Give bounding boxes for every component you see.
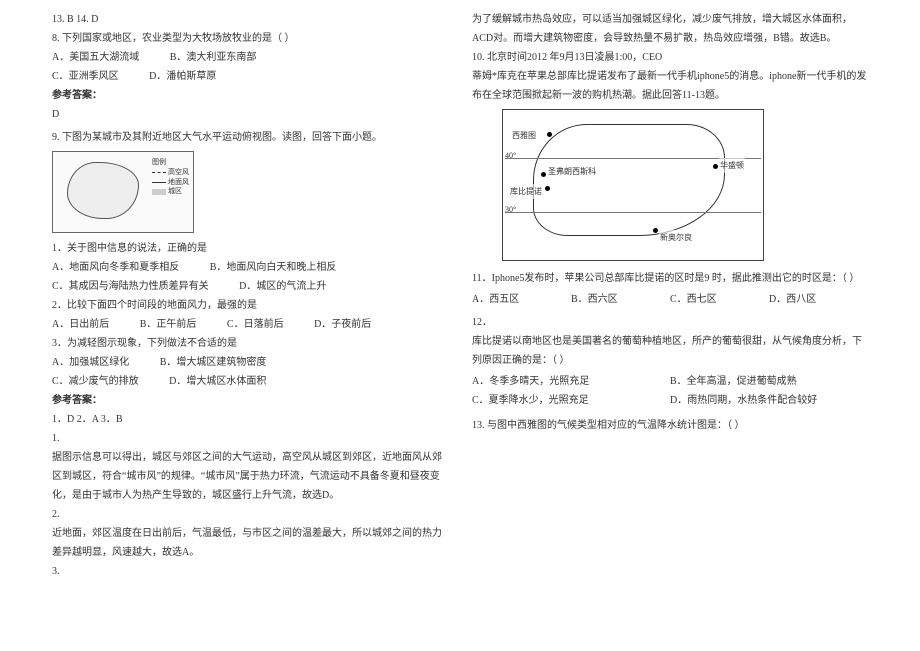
label-washington: 华盛顿 [719, 158, 745, 173]
lat-30-label: 30° [505, 202, 516, 217]
q11-d: D．西八区 [769, 290, 868, 309]
dashed-line-icon [152, 172, 166, 173]
lat-40-label: 40° [505, 148, 516, 163]
q11-a: A．西五区 [472, 290, 571, 309]
question-12: 12． 库比提诺以南地区也是美国著名的葡萄种植地区，所产的葡萄很甜，从气候角度分… [472, 313, 868, 410]
q12-b: B．全年高温，促进葡萄成熟 [670, 372, 868, 391]
legend-c: 城区 [168, 187, 182, 197]
q8-ans-label: 参考答案： [52, 86, 448, 105]
city-blob-icon [67, 162, 139, 219]
q9-1-c: C．其成因与海陆热力性质差异有关 [52, 277, 209, 296]
q10-line2: 蒂姆*库克在苹果总部库比提诺发布了最新一代手机iphone5的消息。iphone… [472, 67, 868, 105]
dot-seattle-icon [547, 132, 552, 137]
q9-exp3-label: 3. [52, 562, 448, 581]
q9-figure: 图例 高空风 地面风 城区 [52, 151, 194, 233]
q9-3-a: A．加强城区绿化 [52, 353, 129, 372]
q9-exp2: 近地面，郊区温度在日出前后，气温最低，与市区之间的温差最大，所以城郊之间的热力差… [52, 524, 448, 562]
gray-box-icon [152, 189, 166, 195]
q9-2-c: C．日落前后 [227, 315, 284, 334]
q9-exp1: 据图示信息可以得出，城区与郊区之间的大气运动，高空风从城区到郊区，近地面风从郊区… [52, 448, 448, 505]
q9-2-b: B．正午前后 [140, 315, 197, 334]
q9-legend: 图例 高空风 地面风 城区 [152, 158, 189, 197]
q12-stem: 库比提诺以南地区也是美国著名的葡萄种植地区，所产的葡萄很甜，从气候角度分析，下列… [472, 332, 868, 370]
q12-num: 12． [472, 313, 868, 332]
lat-30-line [505, 212, 761, 213]
q9-3-d: D．增大城区水体面积 [169, 372, 266, 391]
q9-sub3: 3．为减轻图示现象，下列做法不合适的是 [52, 334, 448, 353]
q8-opt-b: B．澳大利亚东南部 [170, 48, 257, 67]
q9-ans-label: 参考答案： [52, 391, 448, 410]
question-9: 9. 下图为某城市及其附近地区大气水平运动俯视图。读图，回答下面小题。 图例 高… [52, 128, 448, 581]
q9-1-a: A．地面风向冬季和夏季相反 [52, 258, 179, 277]
arrow-line-icon [152, 182, 166, 183]
q8-opt-c: C．亚洲季风区 [52, 67, 119, 86]
dot-washington-icon [713, 164, 718, 169]
q10-line1: 10. 北京时间2012 年9月13日凌晨1:00，CEO [472, 48, 868, 67]
q8-opt-a: A．美国五大湖流域 [52, 48, 139, 67]
q9-exp2-label: 2. [52, 505, 448, 524]
q11-b: B．西六区 [571, 290, 670, 309]
q9-3-b: B．增大城区建筑物密度 [160, 353, 267, 372]
q9-2-d: D．子夜前后 [314, 315, 371, 334]
q8-stem: 8. 下列国家或地区，农业类型为大牧场放牧业的是（ ） [52, 29, 448, 48]
q9-1-b: B．地面风向白天和晚上相反 [210, 258, 337, 277]
question-8: 8. 下列国家或地区，农业类型为大牧场放牧业的是（ ） A．美国五大湖流域 B．… [52, 29, 448, 124]
usa-map: 40° 30° 西雅图 圣弗朗西斯科 库比提诺 华盛顿 新奥尔良 [502, 109, 764, 261]
question-10: 10. 北京时间2012 年9月13日凌晨1:00，CEO 蒂姆*库克在苹果总部… [472, 48, 868, 261]
q9-stem: 9. 下图为某城市及其附近地区大气水平运动俯视图。读图，回答下面小题。 [52, 128, 448, 147]
q9-exp3-cont: 为了缓解城市热岛效应，可以适当加强城区绿化，减少废气排放，增大城区水体面积，AC… [472, 10, 868, 48]
q11-c: C．西七区 [670, 290, 769, 309]
dot-sf-icon [541, 172, 546, 177]
q9-sub2: 2．比较下面四个时间段的地面风力，最强的是 [52, 296, 448, 315]
q9-exp1-label: 1. [52, 429, 448, 448]
q13-stem: 13. 与图中西雅图的气候类型相对应的气温降水统计图是：（ ） [472, 416, 868, 435]
label-neworleans: 新奥尔良 [659, 230, 693, 245]
q9-2-a: A．日出前后 [52, 315, 109, 334]
label-seattle: 西雅图 [511, 128, 537, 143]
prev-answers: 13. B 14. D [52, 10, 448, 29]
dot-neworleans-icon [653, 228, 658, 233]
q12-a: A．冬季多晴天，光照充足 [472, 372, 670, 391]
label-sf: 圣弗朗西斯科 [547, 164, 597, 179]
dot-cupertino-icon [545, 186, 550, 191]
question-11: 11．Iphone5发布时，苹果公司总部库比提诺的区时是9 时，据此推测出它的时… [472, 269, 868, 309]
question-13: 13. 与图中西雅图的气候类型相对应的气温降水统计图是：（ ） [472, 416, 868, 435]
q9-3-c: C．减少废气的排放 [52, 372, 139, 391]
q12-c: C．夏季降水少，光照充足 [472, 391, 670, 410]
q8-opt-d: D．潘帕斯草原 [149, 67, 216, 86]
q11-stem: 11．Iphone5发布时，苹果公司总部库比提诺的区时是9 时，据此推测出它的时… [472, 269, 868, 288]
label-cupertino: 库比提诺 [509, 184, 543, 199]
q9-sub1: 1．关于图中信息的说法，正确的是 [52, 239, 448, 258]
legend-a: 高空风 [168, 168, 189, 178]
q9-1-d: D．城区的气流上升 [239, 277, 326, 296]
q8-ans: D [52, 105, 448, 124]
legend-b: 地面风 [168, 178, 189, 188]
q9-ans-line: 1．D 2．A 3．B [52, 410, 448, 429]
legend-title: 图例 [152, 158, 189, 168]
map-outline-icon [533, 124, 725, 236]
q12-d: D．雨热同期，水热条件配合较好 [670, 391, 868, 410]
